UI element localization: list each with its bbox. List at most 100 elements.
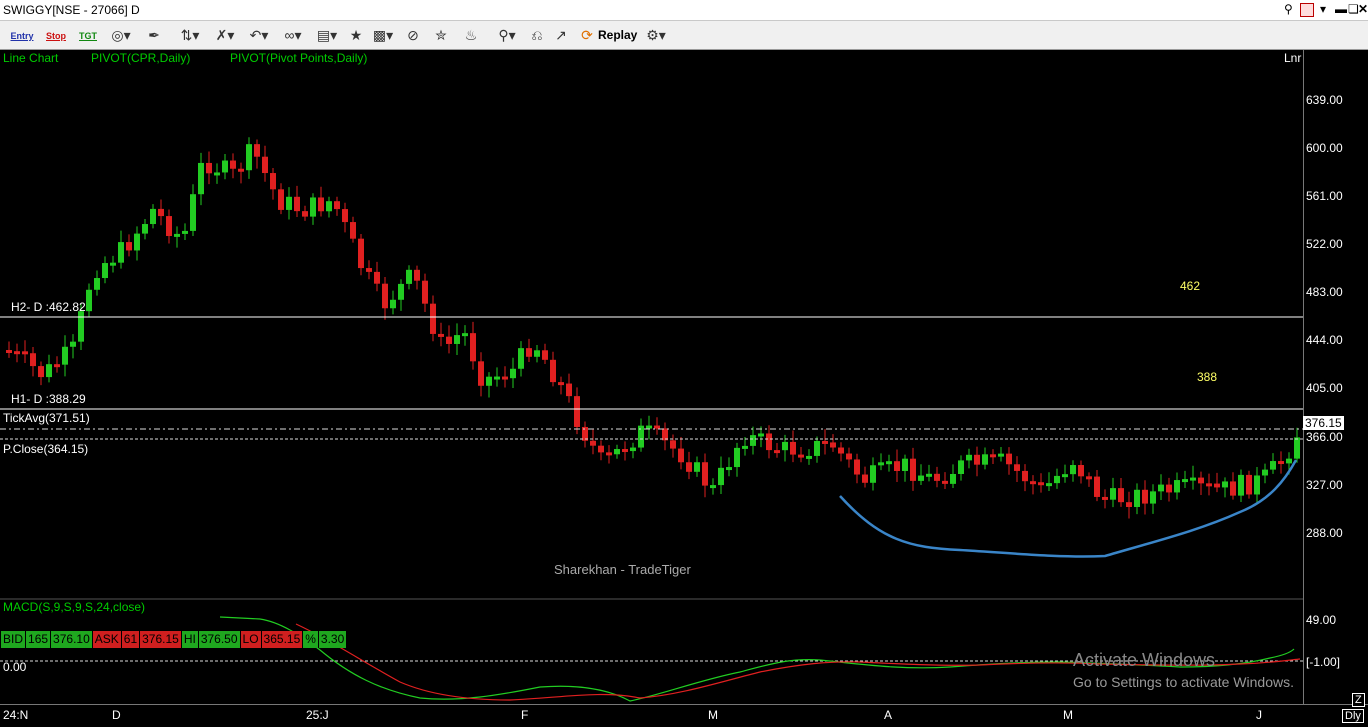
indicator-pivot-cpr[interactable]: PIVOT(CPR,Daily) xyxy=(91,51,190,65)
cursor-icon[interactable]: ◎▾ xyxy=(108,25,134,45)
candle-body xyxy=(750,435,756,446)
title-bar: SWIGGY[NSE - 27066] D ⚲ ▾ ▬ ❏ ✕ xyxy=(0,0,1368,21)
candle-body xyxy=(294,196,300,212)
candle-body xyxy=(414,269,420,281)
chart-line-icon[interactable]: ↗ xyxy=(550,25,572,45)
shapes-icon[interactable]: ↶▾ xyxy=(244,25,274,45)
candle-body xyxy=(918,475,924,481)
candle-body xyxy=(302,211,308,217)
replay-icon[interactable]: ⟳ xyxy=(578,25,596,45)
close-icon[interactable]: ✕ xyxy=(1358,2,1368,16)
x-label: J xyxy=(1256,708,1262,722)
candle-body xyxy=(854,459,860,475)
candle-body xyxy=(1166,484,1172,493)
candle-body xyxy=(166,216,172,237)
candle-body xyxy=(982,454,988,465)
window-title: SWIGGY[NSE - 27066] D xyxy=(3,3,140,17)
stop-button[interactable]: Stop xyxy=(42,26,70,46)
watermark: Sharekhan - TradeTiger xyxy=(554,562,691,577)
last-price-marker: 376.15 xyxy=(1303,416,1344,430)
compare-icon[interactable]: ⊘ xyxy=(402,25,424,45)
candle-body xyxy=(790,441,796,455)
replay-button[interactable]: Replay xyxy=(598,25,638,45)
activate-windows-title: Activate Windows xyxy=(1073,650,1216,670)
template-icon[interactable]: ▤▾ xyxy=(312,25,342,45)
indicator-pivot-points[interactable]: PIVOT(Pivot Points,Daily) xyxy=(230,51,367,65)
candle-type-icon[interactable]: ⇅▾ xyxy=(176,25,204,45)
settings-gear-icon[interactable]: ⚙▾ xyxy=(642,25,670,45)
chart-toolbar: Entry Stop TGT ◎▾ ✒ ⇅▾ ✗▾ ↶▾ ∞▾ ▤▾ ★ ▩▾ … xyxy=(0,21,1368,50)
link-icon[interactable]: ∞▾ xyxy=(278,25,308,45)
candle-body xyxy=(470,333,476,362)
candle-body xyxy=(734,447,740,468)
candle-body xyxy=(1086,476,1092,480)
lo-value: 365.15 xyxy=(260,631,303,648)
favorite-star-icon[interactable]: ★ xyxy=(346,25,366,45)
crosshair-icon[interactable]: ✮ xyxy=(430,25,452,45)
candle-body xyxy=(782,441,788,451)
target-button[interactable]: TGT xyxy=(76,26,100,46)
candle-body xyxy=(814,440,820,456)
ask-price: 376.15 xyxy=(139,631,181,648)
candle-body xyxy=(958,460,964,474)
price-tick: 483.00 xyxy=(1306,285,1343,299)
candle-body xyxy=(350,222,356,239)
candle-body xyxy=(86,289,92,312)
minimize-icon[interactable]: ▬ xyxy=(1335,2,1347,16)
candle-body xyxy=(446,336,452,344)
line-tools-icon[interactable]: ✗▾ xyxy=(210,25,240,45)
delete-icon[interactable]: ⎌ xyxy=(526,25,548,45)
candle-body xyxy=(678,448,684,463)
hi-value: 376.50 xyxy=(197,631,240,648)
draw-tool-icon[interactable]: ✒ xyxy=(144,25,164,45)
macd-label[interactable]: MACD(S,9,S,9,S,24,close) xyxy=(3,600,145,614)
candle-body xyxy=(950,473,956,484)
candle-body xyxy=(6,350,12,353)
indicator-line-chart[interactable]: Line Chart xyxy=(3,51,58,65)
period-button[interactable]: Dly xyxy=(1342,709,1364,723)
zoom-z-button[interactable]: Z xyxy=(1352,693,1365,707)
candle-body xyxy=(510,368,516,379)
candle-body xyxy=(1174,480,1180,493)
candle-body xyxy=(286,196,292,210)
candle-body xyxy=(222,160,228,173)
profile-icon[interactable] xyxy=(1300,3,1314,17)
candle-body xyxy=(806,455,812,459)
candle-body xyxy=(1238,474,1244,496)
candle-body xyxy=(862,474,868,483)
search-icon[interactable]: ⚲ xyxy=(1284,2,1293,16)
macd-zero-label: 0.00 xyxy=(3,660,27,674)
candle-body xyxy=(310,197,316,217)
alert-bell-icon[interactable]: ♨ xyxy=(460,25,482,45)
candle-body xyxy=(342,209,348,223)
candle-body xyxy=(1126,502,1132,508)
entry-button[interactable]: Entry xyxy=(8,26,36,46)
candle-body xyxy=(718,467,724,486)
candle-body xyxy=(702,462,708,486)
zoom-icon[interactable]: ⚲▾ xyxy=(492,25,522,45)
chart-area[interactable]: Line Chart PIVOT(CPR,Daily) PIVOT(Pivot … xyxy=(0,50,1303,704)
time-axis[interactable]: 24:N D 25:J F M A M J Z Dly xyxy=(0,693,1368,727)
candle-body xyxy=(870,465,876,483)
candle-body xyxy=(486,376,492,386)
studies-icon[interactable]: ▩▾ xyxy=(368,25,398,45)
candle-body xyxy=(366,268,372,272)
pclose-label: P.Close(364.15) xyxy=(3,442,89,456)
price-chart-svg[interactable] xyxy=(0,50,1303,704)
candle-body xyxy=(430,303,436,334)
candle-body xyxy=(902,458,908,472)
macd-tick: 49.00 xyxy=(1306,613,1337,627)
candle-body xyxy=(758,433,764,437)
candle-body xyxy=(550,359,556,383)
candle-body xyxy=(70,341,76,347)
candle-body xyxy=(694,462,700,472)
dropdown-icon[interactable]: ▾ xyxy=(1320,2,1326,16)
scale-mode-label[interactable]: Lnr xyxy=(1284,51,1301,65)
candle-body xyxy=(1182,479,1188,483)
candle-body xyxy=(1110,488,1116,500)
candle-body xyxy=(934,473,940,481)
candle-body xyxy=(270,173,276,190)
candle-body xyxy=(1270,461,1276,470)
candle-body xyxy=(590,440,596,446)
candle-body xyxy=(478,361,484,386)
